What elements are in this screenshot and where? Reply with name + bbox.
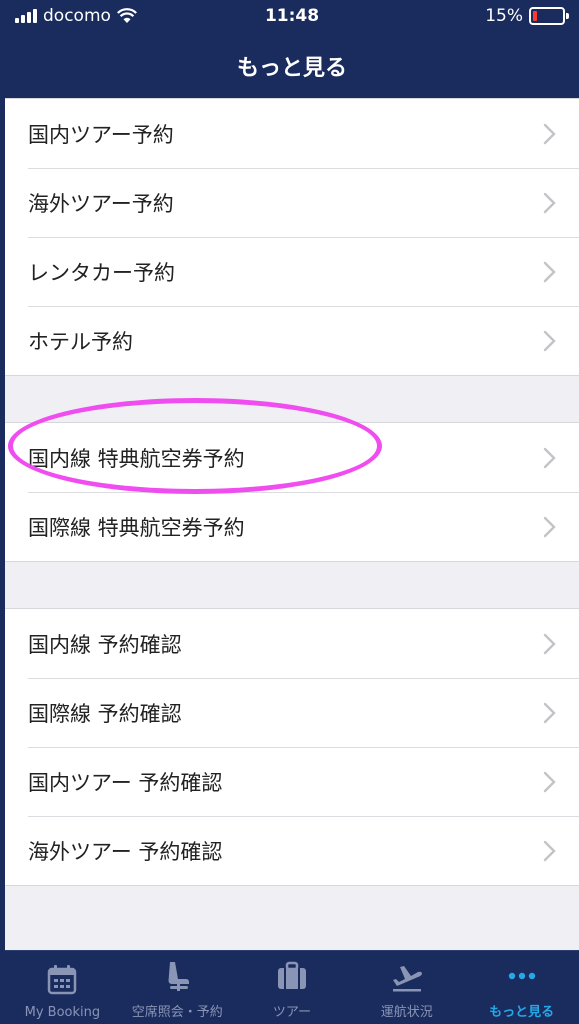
battery-fill <box>533 11 537 21</box>
menu-item[interactable]: 国際線 特典航空券予約 <box>5 492 579 561</box>
menu-item-label: ホテル予約 <box>28 329 133 354</box>
airplane-departure-icon <box>392 966 422 992</box>
menu-item[interactable]: 国内ツアー予約 <box>5 99 579 168</box>
status-right: 15% <box>485 6 569 26</box>
suitcase-icon <box>277 961 306 989</box>
screen: docomo 11:48 15% もっと見る 国内ツアー予約 海外ツアー予約 レンタ… <box>5 0 579 1024</box>
menu-item[interactable]: レンタカー予約 <box>5 237 579 306</box>
chevron-right-icon <box>543 702 556 724</box>
menu-item-label: 海外ツアー 予約確認 <box>28 839 223 864</box>
menu-item-label: レンタカー予約 <box>28 260 175 285</box>
menu-item[interactable]: 国内線 特典航空券予約 <box>5 423 579 492</box>
chevron-right-icon <box>543 840 556 862</box>
chevron-right-icon <box>543 633 556 655</box>
menu-item-label: 国際線 特典航空券予約 <box>28 515 245 540</box>
battery-icon <box>529 7 569 25</box>
chevron-right-icon <box>543 330 556 352</box>
tab-airplane-departure[interactable]: 運航状況 <box>349 951 464 1024</box>
menu-item[interactable]: 海外ツアー予約 <box>5 168 579 237</box>
menu-item-label: 国際線 予約確認 <box>28 701 182 726</box>
menu-item[interactable]: 国内ツアー 予約確認 <box>5 747 579 816</box>
page-title: もっと見る <box>236 56 347 81</box>
status-bar: docomo 11:48 15% <box>5 0 579 34</box>
chevron-right-icon <box>543 261 556 283</box>
menu-list: 国内ツアー予約 海外ツアー予約 レンタカー予約 ホテル予約国内線 特典航空券予約 国際線… <box>5 98 579 950</box>
tab-calendar[interactable]: My Booking <box>5 951 120 1024</box>
nav-bar: もっと見る <box>5 34 579 98</box>
group-separator <box>5 376 579 422</box>
menu-item[interactable]: 国内線 予約確認 <box>5 609 579 678</box>
chevron-right-icon <box>543 192 556 214</box>
tab-suitcase[interactable]: ツアー <box>235 951 350 1024</box>
menu-item-label: 国内線 特典航空券予約 <box>28 446 245 471</box>
tab-label: ツアー <box>272 1005 312 1020</box>
seat-icon <box>168 962 190 991</box>
menu-item[interactable]: 国際線 予約確認 <box>5 678 579 747</box>
chevron-right-icon <box>543 123 556 145</box>
menu-group: 国内線 予約確認 国際線 予約確認国内ツアー 予約確認 海外ツアー 予約確認 <box>5 608 579 886</box>
tab-label: 空席照会・予約 <box>131 1005 223 1020</box>
menu-item-label: 国内線 予約確認 <box>28 632 182 657</box>
menu-item-label: 国内ツアー 予約確認 <box>28 770 223 795</box>
menu-group: 国内線 特典航空券予約 国際線 特典航空券予約 <box>5 422 579 562</box>
menu-item[interactable]: ホテル予約 <box>5 306 579 375</box>
menu-group: 国内ツアー予約 海外ツアー予約 レンタカー予約 ホテル予約 <box>5 98 579 376</box>
tab-seat[interactable]: 空席照会・予約 <box>120 951 235 1024</box>
tab-label: 運航状況 <box>380 1005 433 1020</box>
tab-more-dots[interactable]: もっと見る <box>464 951 579 1024</box>
tab-bar: My Booking 空席照会・予約 ツアー 運航状況 もっと見る <box>5 950 579 1024</box>
menu-item[interactable]: 海外ツアー 予約確認 <box>5 816 579 885</box>
menu-item-label: 海外ツアー予約 <box>28 191 174 216</box>
more-dots-icon <box>508 972 535 980</box>
group-separator <box>5 562 579 608</box>
chevron-right-icon <box>543 771 556 793</box>
calendar-icon <box>48 965 77 995</box>
chevron-right-icon <box>543 516 556 538</box>
tab-label: もっと見る <box>489 1005 555 1020</box>
tab-label: My Booking <box>24 1005 101 1020</box>
battery-percent: 15% <box>485 6 523 26</box>
menu-item-label: 国内ツアー予約 <box>28 122 174 147</box>
chevron-right-icon <box>543 447 556 469</box>
